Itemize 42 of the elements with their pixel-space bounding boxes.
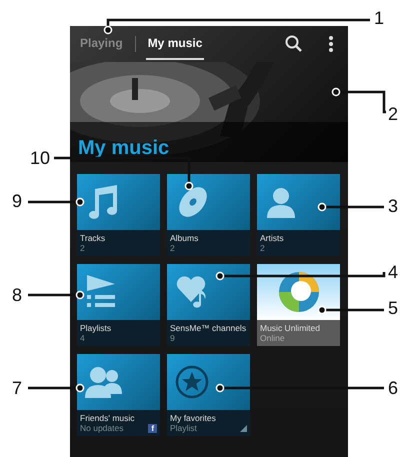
- tile-title: My favorites: [170, 413, 217, 423]
- tile-title: Playlists: [80, 323, 112, 333]
- callout-number: 4: [388, 262, 398, 282]
- tile-subtitle: 4: [80, 333, 85, 343]
- callout-number: 6: [388, 378, 398, 398]
- category-tile[interactable]: Tracks 2: [77, 174, 160, 256]
- category-tile[interactable]: Friends' music No updates f: [77, 354, 160, 436]
- tile-subtitle: 2: [80, 243, 85, 253]
- menu-icon[interactable]: [328, 35, 334, 53]
- callout-number: 9: [12, 191, 22, 211]
- category-tile[interactable]: Playlists 4: [77, 264, 160, 346]
- tile-title: Albums: [170, 233, 200, 243]
- page-heading: My music: [78, 137, 170, 160]
- sphere-logo-icon: [276, 270, 320, 314]
- tile-subtitle: 2: [170, 243, 175, 253]
- callout-number: 5: [388, 298, 398, 318]
- category-tile[interactable]: Artists 2: [257, 174, 340, 256]
- tile-subtitle: Online: [260, 333, 285, 343]
- tile-title: SensMe™ channels: [170, 323, 247, 333]
- callout-number: 2: [388, 104, 398, 124]
- tab[interactable]: My music: [146, 28, 204, 60]
- category-tile[interactable]: Music Unlimited Online: [257, 264, 340, 346]
- tile-subtitle: 9: [170, 333, 175, 343]
- category-tile[interactable]: My favorites Playlist: [167, 354, 250, 436]
- callout-number: 10: [30, 148, 50, 168]
- search-icon[interactable]: [284, 34, 304, 54]
- callout-number: 3: [388, 196, 398, 216]
- tile-subtitle: Playlist: [170, 423, 197, 433]
- callout-number: 7: [12, 378, 22, 398]
- category-tile[interactable]: Albums 2: [167, 174, 250, 256]
- callout-number: 8: [12, 285, 22, 305]
- person-icon: [265, 186, 297, 218]
- tile-subtitle: No updates: [80, 423, 124, 433]
- category-tile[interactable]: SensMe™ channels 9: [167, 264, 250, 346]
- facebook-badge: f: [148, 424, 157, 432]
- people-icon: [85, 366, 123, 398]
- tile-title: Tracks: [80, 233, 106, 243]
- tile-title: Music Unlimited: [260, 323, 321, 333]
- tile-title: Friends' music: [80, 413, 136, 423]
- tile-subtitle: 2: [260, 243, 265, 253]
- tile-title: Artists: [260, 233, 285, 243]
- callout-number: 1: [374, 8, 384, 28]
